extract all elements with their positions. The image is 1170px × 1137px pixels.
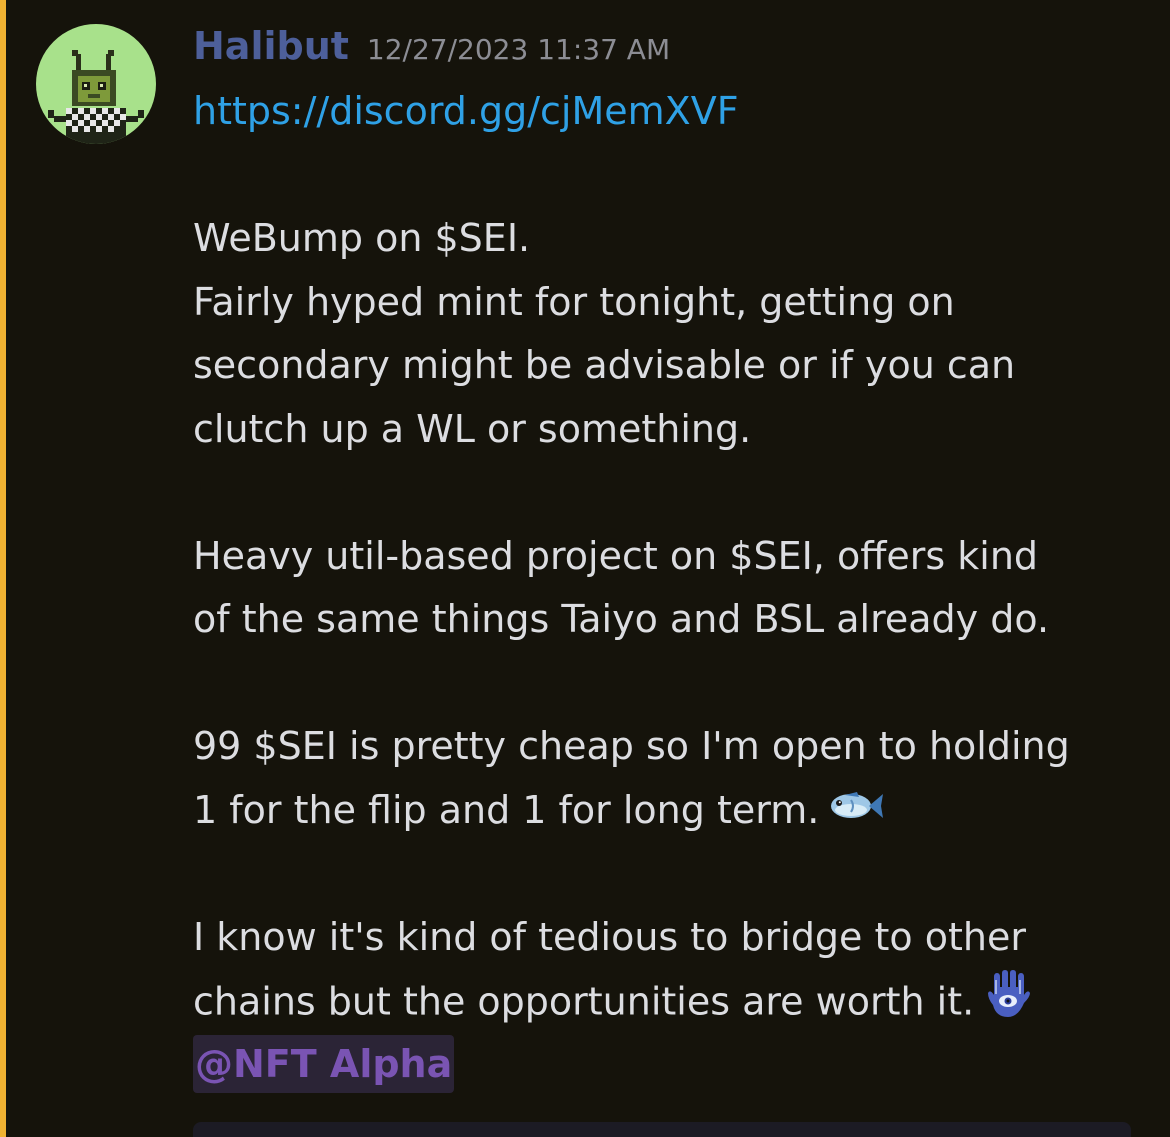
message-line: of the same things Taiyo and BSL already… — [193, 597, 1050, 641]
message-line-with-emoji: 1 for the flip and 1 for long term. — [193, 779, 1153, 843]
message-line: 99 $SEI is pretty cheap so I'm open to h… — [193, 724, 1070, 768]
invite-link[interactable]: https://discord.gg/cjMemXVF — [193, 89, 739, 133]
username[interactable]: Halibut — [193, 24, 349, 68]
message-line-text: 1 for the flip and 1 for long term. — [193, 787, 820, 832]
pixel-bug-avatar-icon — [48, 50, 144, 144]
message-line: WeBump on $SEI. — [193, 216, 531, 260]
message-timestamp: 12/27/2023 11:37 AM — [366, 33, 671, 66]
message-line-with-emoji: chains but the opportunities are worth i… — [193, 969, 1153, 1033]
fish-emoji — [829, 780, 885, 844]
message-content: https://discord.gg/cjMemXVF WeBump on $S… — [193, 80, 1153, 1096]
message-line: clutch up a WL or something. — [193, 406, 752, 451]
message-line: secondary might be advisable or if you c… — [193, 343, 1016, 387]
message-line: I know it's kind of tedious to bridge to… — [193, 914, 1026, 959]
message-line-text: chains but the opportunities are worth i… — [193, 979, 975, 1024]
embed-preview-edge — [193, 1122, 1131, 1137]
avatar[interactable] — [36, 24, 156, 144]
hamsa-emoji — [984, 969, 1032, 1039]
message-header: Halibut 12/27/2023 11:37 AM — [193, 22, 670, 78]
message-line: Fairly hyped mint for tonight, getting o… — [193, 279, 955, 324]
message-line: Heavy util-based project on $SEI, offers… — [193, 533, 1039, 578]
message-highlight-bar — [0, 0, 6, 1137]
role-mention[interactable]: @NFT Alpha — [193, 1034, 455, 1093]
